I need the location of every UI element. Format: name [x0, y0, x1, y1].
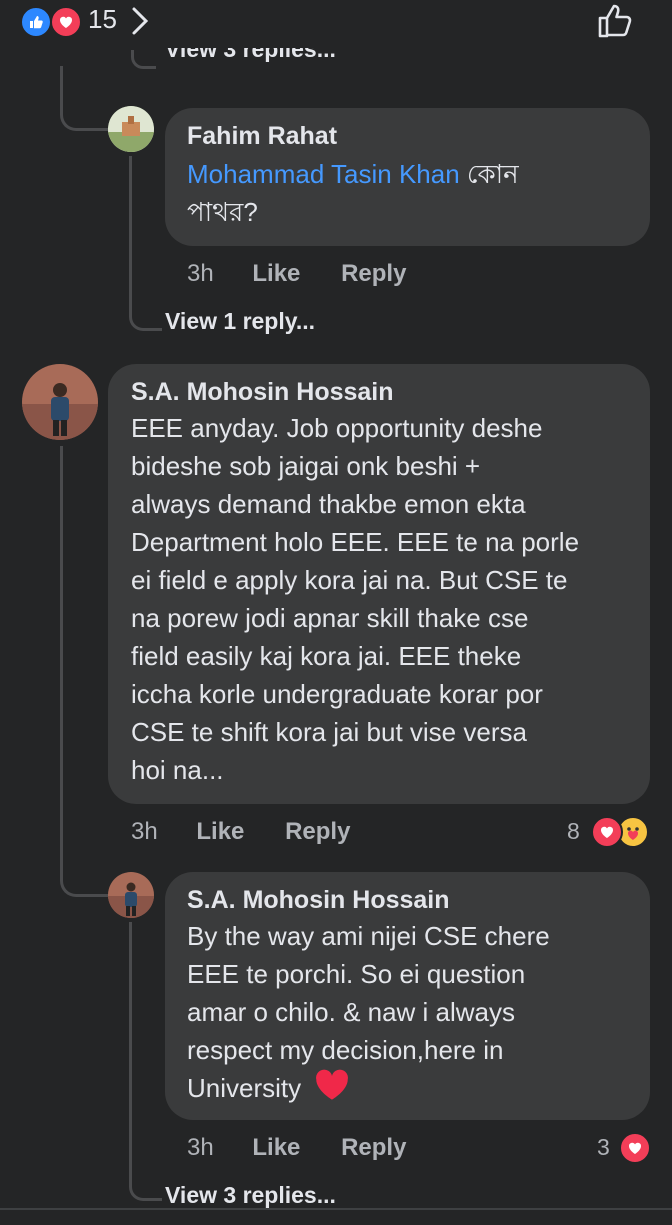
- like-reaction-icon: [20, 6, 52, 38]
- thread-connector: [131, 50, 156, 69]
- thread-connector: [129, 922, 162, 1201]
- reaction-count: 8: [567, 818, 580, 844]
- comment-actions: 3h Like Reply: [187, 260, 406, 288]
- comment-reactions[interactable]: 3: [597, 1130, 657, 1164]
- comment-bubble[interactable]: S.A. Mohosin Hossain By the way ami nije…: [165, 872, 650, 1120]
- comment-text: কোন: [459, 159, 519, 189]
- comment-author[interactable]: Fahim Rahat: [187, 122, 628, 151]
- view-replies-link[interactable]: View 1 reply...: [165, 308, 315, 335]
- comment-time: 3h: [187, 260, 214, 287]
- thread-connector: [60, 66, 109, 131]
- reaction-count: 3: [597, 1134, 610, 1160]
- comment-text: By the way ami nijei CSE chere EEE te po…: [187, 917, 628, 1111]
- reaction-summary-bar[interactable]: 15: [0, 0, 672, 44]
- reaction-count[interactable]: 15: [88, 4, 117, 35]
- comment-time: 3h: [131, 818, 158, 845]
- comment-actions: 3h Like Reply: [131, 818, 350, 846]
- like-button[interactable]: Like: [252, 1134, 300, 1161]
- comment-author[interactable]: S.A. Mohosin Hossain: [187, 886, 628, 915]
- like-button[interactable]: Like: [196, 818, 244, 845]
- view-replies-link-top[interactable]: View 3 replies...: [165, 48, 336, 76]
- avatar[interactable]: [22, 364, 98, 440]
- comment-text: পাথর?: [187, 197, 258, 227]
- thread-connector: [60, 446, 109, 897]
- view-replies-link[interactable]: View 3 replies...: [165, 1182, 336, 1209]
- love-reaction-icon: [50, 6, 82, 38]
- comment-reactions[interactable]: 8: [567, 814, 657, 848]
- heart-emoji-icon: [314, 1069, 350, 1111]
- thread-connector: [129, 156, 162, 331]
- reply-button[interactable]: Reply: [341, 260, 406, 287]
- comment-text: EEE anyday. Job opportunity deshe bidesh…: [131, 413, 580, 785]
- avatar[interactable]: [108, 106, 154, 152]
- reply-button[interactable]: Reply: [341, 1134, 406, 1161]
- divider: [0, 1208, 672, 1210]
- love-reaction-icon: [591, 816, 623, 848]
- avatar[interactable]: [108, 872, 154, 918]
- mention-link[interactable]: Mohammad Tasin Khan: [187, 159, 460, 189]
- reply-button[interactable]: Reply: [285, 818, 350, 845]
- love-reaction-icon: [619, 1132, 651, 1164]
- comment-author[interactable]: S.A. Mohosin Hossain: [131, 378, 627, 407]
- comment-time: 3h: [187, 1134, 214, 1161]
- comment-actions: 3h Like Reply: [187, 1134, 406, 1162]
- chevron-right-icon[interactable]: [130, 6, 150, 41]
- like-button[interactable]: Like: [252, 260, 300, 287]
- like-thumb-icon[interactable]: [596, 2, 636, 45]
- comment-bubble[interactable]: S.A. Mohosin Hossain EEE anyday. Job opp…: [108, 364, 650, 804]
- comment-bubble[interactable]: Fahim Rahat Mohammad Tasin Khan কোন পাথর…: [165, 108, 650, 246]
